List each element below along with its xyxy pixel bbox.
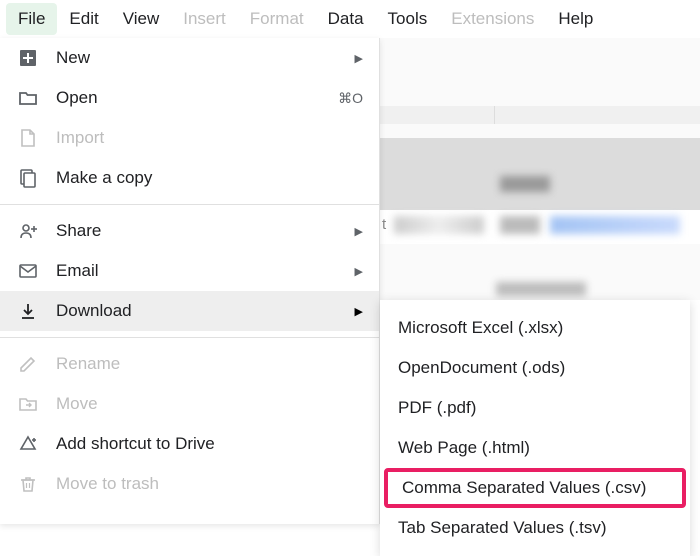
menu-import: Import: [0, 118, 379, 158]
menu-label: Move: [56, 394, 363, 414]
bg-blurred-cell-blue: [550, 216, 680, 234]
menu-add-shortcut[interactable]: Add shortcut to Drive: [0, 424, 379, 464]
menubar-view[interactable]: View: [111, 3, 172, 35]
bg-blurred-cell: [500, 216, 540, 234]
download-html[interactable]: Web Page (.html): [380, 428, 690, 468]
bg-text-fragment: t: [382, 216, 386, 233]
menu-rename: Rename: [0, 344, 379, 384]
drive-shortcut-icon: [16, 432, 40, 456]
chevron-right-icon: ▶: [355, 265, 363, 278]
bg-gray-block: [380, 138, 700, 210]
menubar-data[interactable]: Data: [316, 3, 376, 35]
menu-label: Email: [56, 261, 355, 281]
download-icon: [16, 299, 40, 323]
bg-blurred-cell: [394, 216, 484, 234]
email-icon: [16, 259, 40, 283]
plus-box-icon: [16, 46, 40, 70]
menu-move-trash: Move to trash: [0, 464, 379, 504]
document-icon: [16, 126, 40, 150]
keyboard-shortcut: ⌘O: [338, 90, 363, 107]
pencil-icon: [16, 352, 40, 376]
chevron-right-icon: ▶: [355, 225, 363, 238]
bg-blurred-cell: [500, 176, 550, 192]
menu-label: Share: [56, 221, 355, 241]
menu-new[interactable]: New ▶: [0, 38, 379, 78]
menu-divider: [0, 204, 379, 205]
menubar-format[interactable]: Format: [238, 3, 316, 35]
menu-label: Move to trash: [56, 474, 363, 494]
menubar-file[interactable]: File: [6, 3, 57, 35]
menu-label: Rename: [56, 354, 363, 374]
menu-label: Open: [56, 88, 338, 108]
bg-blurred-cell: [496, 282, 586, 296]
menubar-help[interactable]: Help: [546, 3, 605, 35]
chevron-right-icon: ▶: [355, 305, 363, 318]
menubar-insert[interactable]: Insert: [171, 3, 238, 35]
menu-share[interactable]: Share ▶: [0, 211, 379, 251]
bg-header-row: [380, 106, 700, 124]
copy-icon: [16, 166, 40, 190]
menubar: File Edit View Insert Format Data Tools …: [0, 0, 700, 38]
menu-label: Make a copy: [56, 168, 363, 188]
menubar-extensions[interactable]: Extensions: [439, 3, 546, 35]
menu-open[interactable]: Open ⌘O: [0, 78, 379, 118]
menu-download[interactable]: Download ▶: [0, 291, 379, 331]
bg-column-divider: [494, 106, 495, 124]
download-csv[interactable]: Comma Separated Values (.csv): [384, 468, 686, 508]
download-ods[interactable]: OpenDocument (.ods): [380, 348, 690, 388]
download-xlsx[interactable]: Microsoft Excel (.xlsx): [380, 308, 690, 348]
menu-make-copy[interactable]: Make a copy: [0, 158, 379, 198]
menu-label: Download: [56, 301, 355, 321]
menubar-edit[interactable]: Edit: [57, 3, 110, 35]
menu-email[interactable]: Email ▶: [0, 251, 379, 291]
trash-icon: [16, 472, 40, 496]
person-add-icon: [16, 219, 40, 243]
download-tsv[interactable]: Tab Separated Values (.tsv): [380, 508, 690, 548]
download-submenu: Microsoft Excel (.xlsx) OpenDocument (.o…: [380, 300, 690, 556]
menu-label: Import: [56, 128, 363, 148]
menu-label: New: [56, 48, 355, 68]
menu-divider: [0, 337, 379, 338]
folder-icon: [16, 86, 40, 110]
menu-label: Add shortcut to Drive: [56, 434, 363, 454]
spreadsheet-background: t: [380, 38, 700, 300]
file-dropdown-menu: New ▶ Open ⌘O Import Make a copy Share ▶…: [0, 38, 380, 524]
download-pdf[interactable]: PDF (.pdf): [380, 388, 690, 428]
chevron-right-icon: ▶: [355, 52, 363, 65]
menu-move: Move: [0, 384, 379, 424]
folder-move-icon: [16, 392, 40, 416]
menubar-tools[interactable]: Tools: [376, 3, 440, 35]
